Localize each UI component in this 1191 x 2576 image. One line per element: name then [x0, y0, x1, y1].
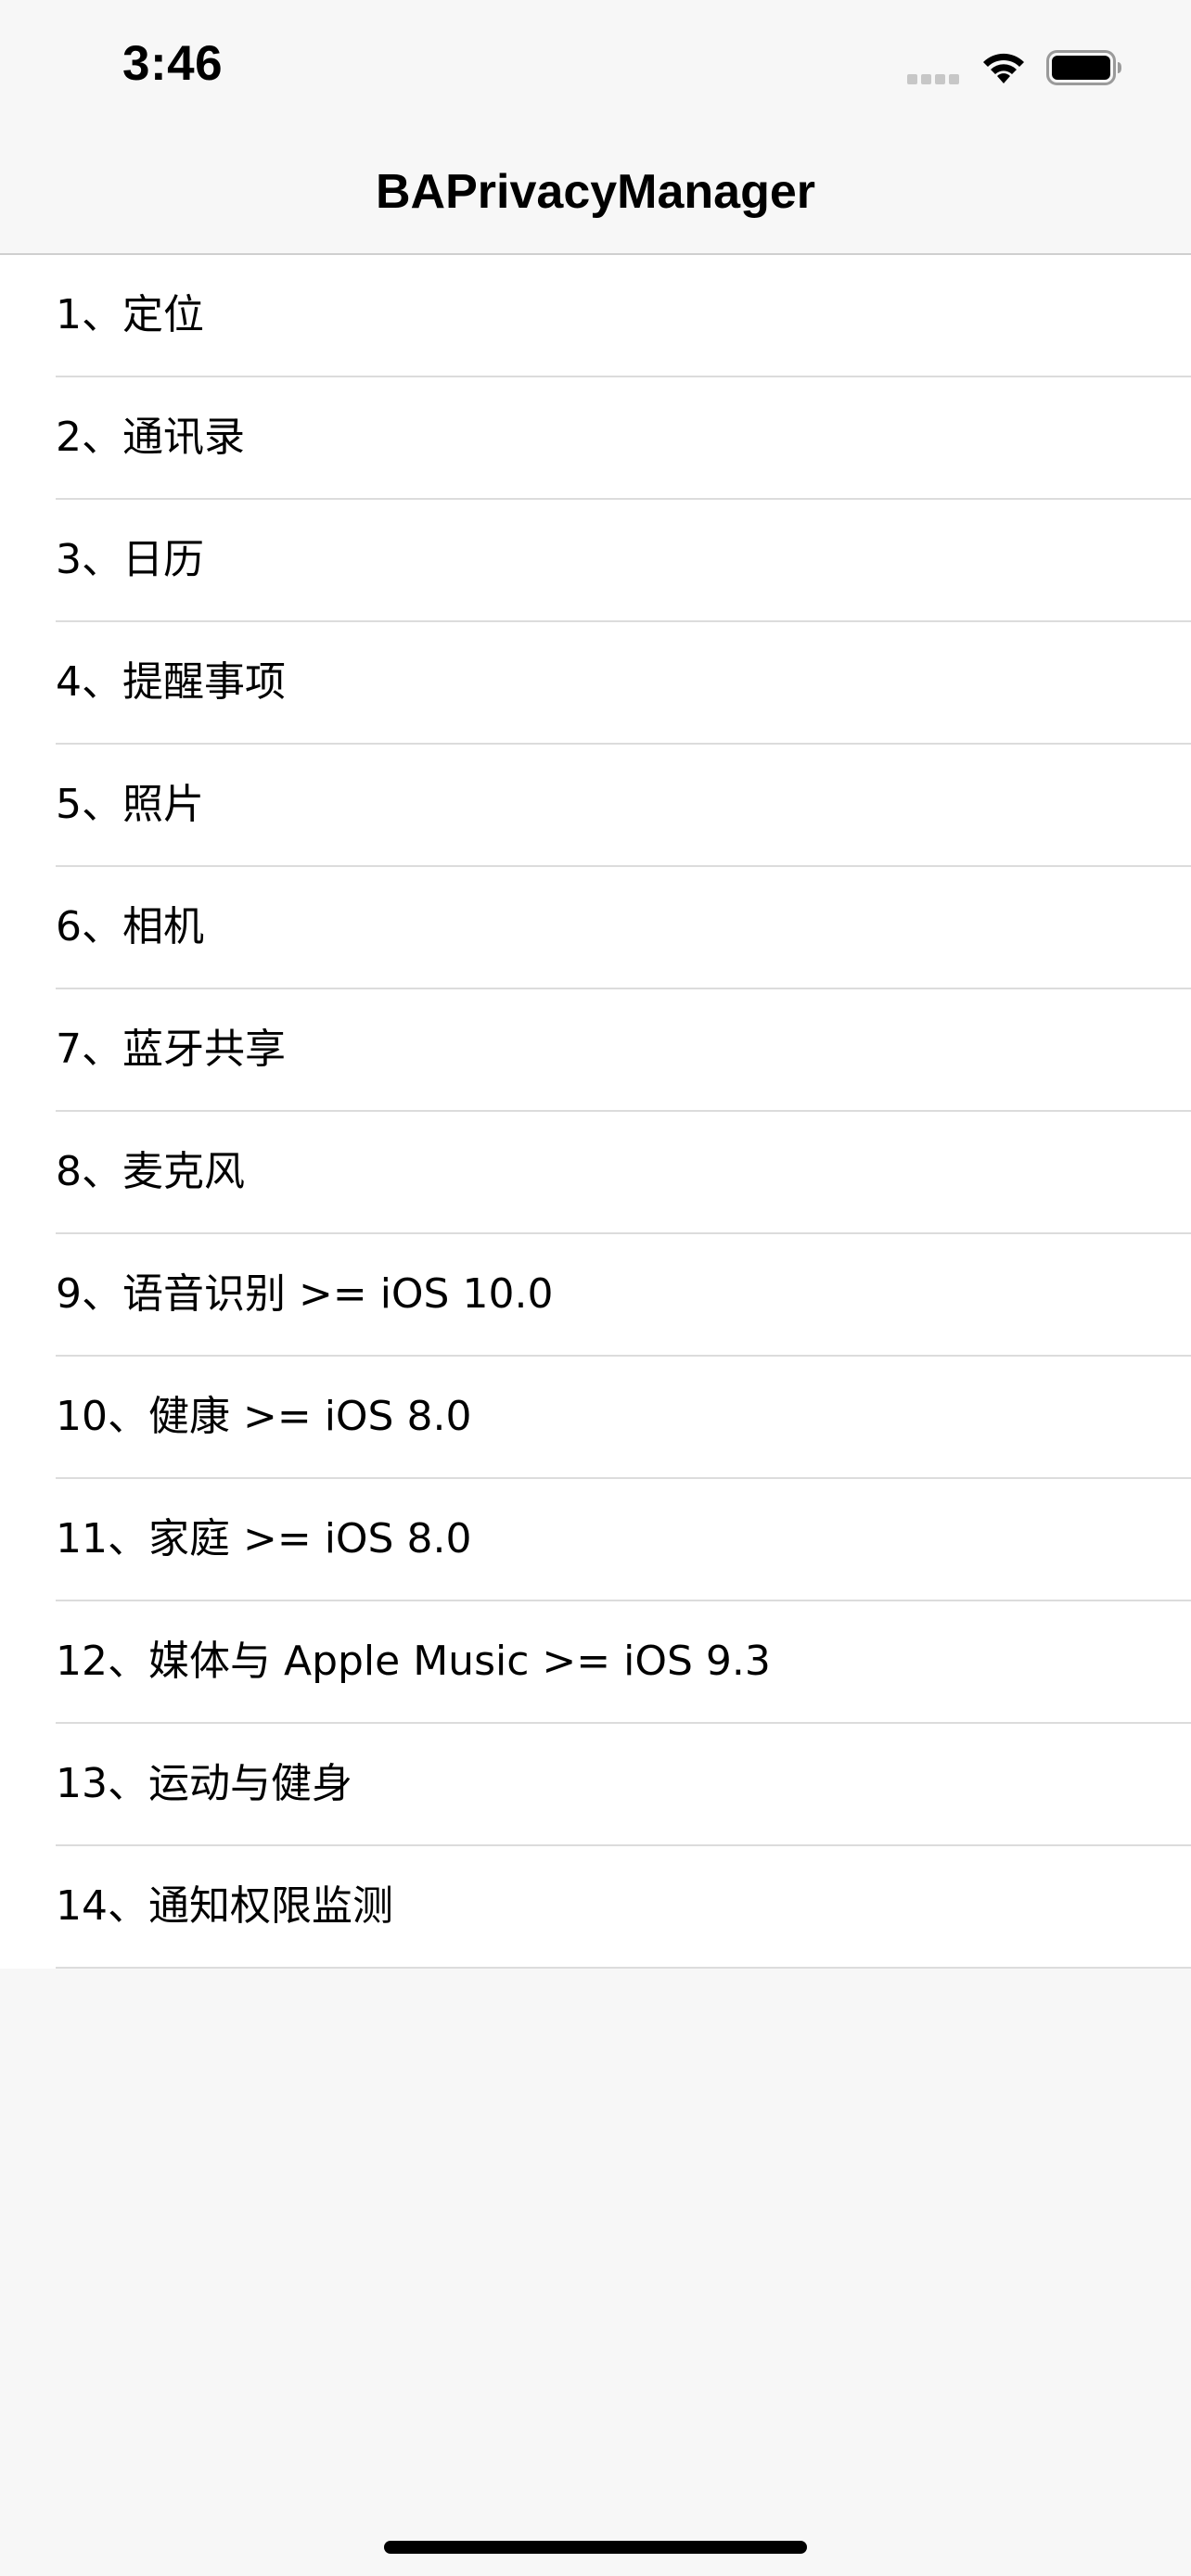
permission-list: 1、定位 2、通讯录 3、日历 4、提醒事项 5、照片 6、相机 7、蓝牙共享 …: [0, 255, 1191, 1969]
page-title: BAPrivacyManager: [376, 165, 815, 219]
list-item-label: 5、照片: [56, 781, 204, 828]
list-item-reminders[interactable]: 4、提醒事项: [0, 622, 1191, 745]
list-item-label: 11、家庭 >= iOS 8.0: [56, 1515, 472, 1562]
list-item-label: 14、通知权限监测: [56, 1882, 393, 1930]
list-item-location[interactable]: 1、定位: [0, 255, 1191, 377]
list-item-health[interactable]: 10、健康 >= iOS 8.0: [0, 1357, 1191, 1479]
status-time: 3:46: [122, 36, 224, 91]
list-item-label: 2、通讯录: [56, 414, 245, 461]
list-item-camera[interactable]: 6、相机: [0, 867, 1191, 989]
navigation-bar: BAPrivacyManager: [0, 132, 1191, 255]
list-item-calendar[interactable]: 3、日历: [0, 500, 1191, 622]
list-item-label: 6、相机: [56, 903, 204, 950]
list-item-label: 12、媒体与 Apple Music >= iOS 9.3: [56, 1638, 771, 1685]
list-item-notifications[interactable]: 14、通知权限监测: [0, 1846, 1191, 1969]
list-item-photos[interactable]: 5、照片: [0, 745, 1191, 867]
wifi-icon: [983, 53, 1024, 83]
battery-icon: [1046, 50, 1121, 85]
home-indicator[interactable]: [384, 2541, 807, 2554]
list-item-label: 7、蓝牙共享: [56, 1026, 286, 1073]
list-item-media-apple-music[interactable]: 12、媒体与 Apple Music >= iOS 9.3: [0, 1601, 1191, 1724]
list-item-label: 9、语音识别 >= iOS 10.0: [56, 1270, 554, 1318]
list-item-contacts[interactable]: 2、通讯录: [0, 377, 1191, 500]
list-item-label: 4、提醒事项: [56, 658, 286, 706]
list-item-label: 8、麦克风: [56, 1148, 245, 1195]
list-item-label: 1、定位: [56, 291, 204, 338]
list-item-label: 13、运动与健身: [56, 1760, 352, 1807]
list-item-bluetooth[interactable]: 7、蓝牙共享: [0, 989, 1191, 1112]
list-item-home[interactable]: 11、家庭 >= iOS 8.0: [0, 1479, 1191, 1601]
status-bar: 3:46: [0, 0, 1191, 132]
list-item-motion-fitness[interactable]: 13、运动与健身: [0, 1724, 1191, 1846]
list-item-microphone[interactable]: 8、麦克风: [0, 1112, 1191, 1234]
list-item-label: 3、日历: [56, 536, 204, 583]
list-item-speech-recognition[interactable]: 9、语音识别 >= iOS 10.0: [0, 1234, 1191, 1357]
list-item-label: 10、健康 >= iOS 8.0: [56, 1393, 472, 1440]
cellular-signal-icon: [907, 74, 963, 85]
